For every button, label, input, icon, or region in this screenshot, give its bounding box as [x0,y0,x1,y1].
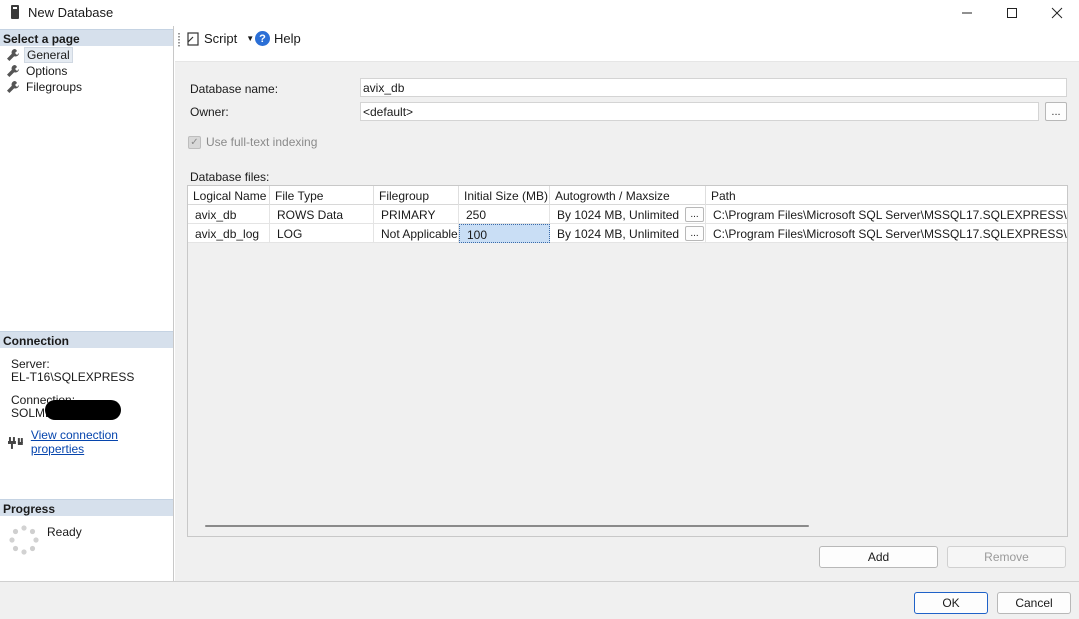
progress-header: Progress [0,499,173,516]
title-bar: New Database [0,0,1079,26]
database-name-label: Database name: [190,82,279,96]
left-pane: Select a page General Options Filegroups… [0,26,174,581]
cell-file-type[interactable]: LOG [270,224,374,243]
table-row[interactable]: avix_db_log LOG Not Applicable 100 By 10… [188,224,1067,243]
cell-initial-size[interactable]: 250 [459,205,550,224]
column-header-autogrowth[interactable]: Autogrowth / Maxsize [550,186,706,205]
plug-icon [8,437,23,449]
column-header-file-type[interactable]: File Type [270,186,374,205]
toolbar: Script ▼ ? Help [175,26,1079,62]
cell-autogrowth: By 1024 MB, Unlimited [550,205,706,224]
minimize-icon [962,12,972,14]
view-connection-properties-link[interactable]: View connection properties [31,428,173,456]
fulltext-indexing-checkbox: ✓ [188,135,201,149]
dialog-button-bar: OK Cancel [0,581,1079,619]
ok-button[interactable]: OK [914,592,988,614]
fulltext-indexing-label: Use full-text indexing [206,135,318,149]
progress-spinner-icon [9,525,39,555]
chevron-down-icon[interactable]: ▼ [246,34,254,43]
script-icon [187,31,199,46]
help-icon: ? [255,31,270,46]
close-icon [1051,7,1063,19]
view-connection-properties-row[interactable]: View connection properties [8,428,173,456]
add-button[interactable]: Add [819,546,938,568]
page-item-options[interactable]: Options [6,63,69,79]
fulltext-indexing-row: ✓ Use full-text indexing [188,135,317,149]
database-name-input[interactable] [360,78,1067,97]
owner-input[interactable] [360,102,1039,121]
table-row[interactable]: avix_db ROWS Data PRIMARY 250 By 1024 MB… [188,205,1067,224]
autogrowth-edit-button[interactable]: ... [685,226,704,241]
select-page-header: Select a page [0,29,173,46]
column-header-logical-name[interactable]: Logical Name [188,186,270,205]
script-button[interactable]: Script ▼ [186,31,254,46]
cell-filegroup[interactable]: Not Applicable [374,224,459,243]
column-header-initial-size[interactable]: Initial Size (MB) [459,186,550,205]
cell-logical-name[interactable]: avix_db_log [188,224,270,243]
redaction-mark [45,400,121,420]
horizontal-scrollbar[interactable] [205,525,809,527]
wrench-icon [7,81,19,93]
column-header-filegroup[interactable]: Filegroup [374,186,459,205]
page-item-label: Options [26,64,68,78]
page-item-general[interactable]: General [6,47,73,63]
close-button[interactable] [1034,0,1079,26]
toolbar-grip[interactable] [178,33,180,47]
database-icon [11,5,19,19]
cell-path[interactable]: C:\Program Files\Microsoft SQL Server\MS… [706,205,1067,224]
database-files-label: Database files: [190,170,270,184]
server-value: EL-T16\SQLEXPRESS [11,370,135,384]
window-title: New Database [28,5,114,20]
general-page: Database name: Owner: ... ✓ Use full-tex… [175,62,1079,581]
connection-header: Connection [0,331,173,348]
cell-initial-size-editing[interactable]: 100 [459,224,550,243]
help-label: Help [274,31,301,46]
maximize-icon [1007,8,1017,18]
owner-label: Owner: [190,105,229,119]
page-item-label: Filegroups [26,80,83,94]
maximize-button[interactable] [989,0,1035,26]
cell-logical-name[interactable]: avix_db [188,205,270,224]
server-label: Server: [11,357,50,371]
cell-path[interactable]: C:\Program Files\Microsoft SQL Server\MS… [706,224,1067,243]
page-item-label: General [24,47,73,63]
cell-autogrowth: By 1024 MB, Unlimited [550,224,706,243]
page-item-filegroups[interactable]: Filegroups [6,79,84,95]
script-label: Script [204,31,238,46]
help-button[interactable]: ? Help [255,31,301,46]
wrench-icon [7,65,19,77]
cell-filegroup[interactable]: PRIMARY [374,205,459,224]
remove-button[interactable]: Remove [947,546,1066,568]
owner-browse-button[interactable]: ... [1045,102,1067,121]
minimize-button[interactable] [944,0,990,26]
wrench-icon [7,49,19,61]
progress-status: Ready [47,525,82,539]
cell-file-type[interactable]: ROWS Data [270,205,374,224]
cancel-button[interactable]: Cancel [997,592,1071,614]
database-files-grid: Logical Name File Type Filegroup Initial… [187,185,1068,537]
autogrowth-edit-button[interactable]: ... [685,207,704,222]
column-header-path[interactable]: Path [706,186,1067,205]
grid-header: Logical Name File Type Filegroup Initial… [188,186,1067,205]
